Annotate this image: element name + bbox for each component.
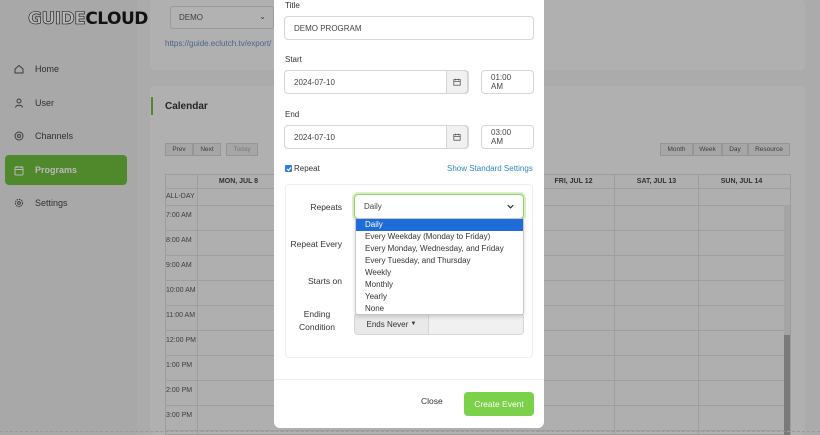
repeats-label: Repeats [310,202,342,212]
title-input[interactable]: DEMO PROGRAM [284,16,534,40]
repeats-option-yearly[interactable]: Yearly [356,291,523,303]
show-standard-settings-link[interactable]: Show Standard Settings [447,164,533,173]
repeats-option-monthly[interactable]: Monthly [356,279,523,291]
end-date-input[interactable]: 2024-07-10 [284,125,469,149]
end-label: End [285,110,300,119]
repeat-checkbox[interactable] [285,165,292,172]
start-label: Start [285,55,302,64]
repeat-label: Repeat [294,164,320,173]
starts-on-label: Starts on [307,276,342,286]
repeats-option-daily[interactable]: Daily [356,219,523,231]
repeats-option-tt[interactable]: Every Tuesday, and Thursday [356,255,523,267]
repeats-select-value: Daily [364,202,382,211]
end-date-calendar-icon[interactable] [446,125,468,149]
start-date-calendar-icon[interactable] [446,70,468,94]
page-bottom-border [0,431,820,432]
repeats-option-mwf[interactable]: Every Monday, Wednesday, and Friday [356,243,523,255]
ending-condition-label: Ending Condition [299,309,335,332]
modal-footer-divider [274,379,544,380]
chevron-down-icon [506,202,515,213]
repeat-every-label: Repeat Every [290,239,343,249]
start-time-input[interactable]: 01:00 AM [481,70,534,94]
repeats-option-none[interactable]: None [356,303,523,315]
close-button[interactable]: Close [421,396,443,406]
repeats-option-weekdays[interactable]: Every Weekday (Monday to Friday) [356,231,523,243]
repeats-dropdown-list: Daily Every Weekday (Monday to Friday) E… [355,218,524,315]
title-label: Title [285,1,300,10]
caret-down-icon: ▼ [410,321,417,327]
start-date-value: 2024-07-10 [294,77,335,87]
end-time-input[interactable]: 03:00 AM [481,125,534,149]
create-event-button[interactable]: Create Event [464,392,534,416]
start-date-input[interactable]: 2024-07-10 [284,70,469,94]
ends-condition-dropdown[interactable]: Ends Never ▼ [354,313,429,335]
end-date-value: 2024-07-10 [294,132,335,142]
repeats-select[interactable]: Daily [354,194,524,219]
repeats-option-weekly[interactable]: Weekly [356,267,523,279]
ends-value-field[interactable] [429,313,524,335]
